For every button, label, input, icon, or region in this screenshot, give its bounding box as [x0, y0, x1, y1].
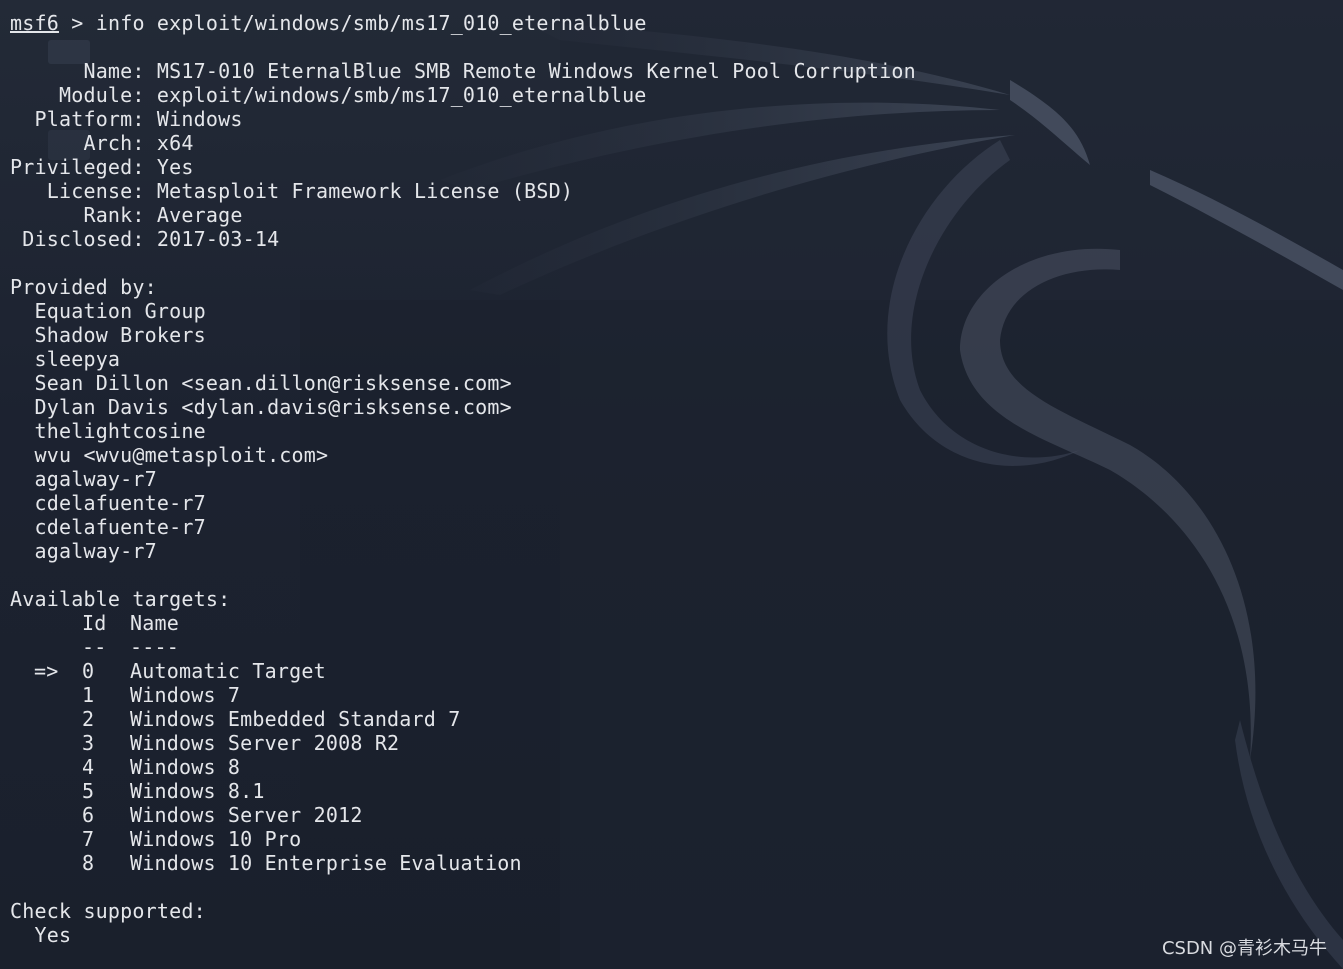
- prompt-symbol: >: [71, 11, 84, 35]
- info-row: Rank: Average: [83, 203, 243, 227]
- target-name: Windows Embedded Standard 7: [130, 707, 461, 731]
- author-name: wvu <wvu@metasploit.com>: [34, 443, 329, 467]
- info-row: Disclosed: 2017-03-14: [22, 227, 280, 251]
- target-name: Windows 10 Pro: [130, 827, 302, 851]
- info-label: Disclosed: [22, 227, 133, 251]
- check-value-line: Yes: [10, 923, 916, 947]
- author-item: wvu <wvu@metasploit.com>: [10, 443, 916, 467]
- info-label: Rank: [83, 203, 133, 227]
- target-row: 1 Windows 7: [10, 683, 916, 707]
- target-id: 4: [82, 755, 95, 779]
- target-row: 6 Windows Server 2012: [10, 803, 916, 827]
- target-row: 5 Windows 8.1: [10, 779, 916, 803]
- author-item: cdelafuente-r7: [10, 491, 916, 515]
- info-value: Windows: [156, 107, 243, 131]
- targets-heading: Available targets:: [10, 587, 231, 611]
- target-name: Windows 8: [130, 755, 241, 779]
- author-item: thelightcosine: [10, 419, 916, 443]
- target-id: 7: [82, 827, 95, 851]
- author-name: cdelafuente-r7: [34, 491, 206, 515]
- author-name: agalway-r7: [34, 539, 157, 563]
- info-label: License: [46, 179, 133, 203]
- target-name: Automatic Target: [130, 659, 326, 683]
- author-item: Dylan Davis <dylan.davis@risksense.com>: [10, 395, 916, 419]
- author-item: Shadow Brokers: [10, 323, 916, 347]
- author-name: agalway-r7: [34, 467, 157, 491]
- targets-separator: -- ----: [10, 635, 916, 659]
- target-name: Windows Server 2012: [130, 803, 363, 827]
- author-name: Shadow Brokers: [34, 323, 206, 347]
- author-name: Sean Dillon <sean.dillon@risksense.com>: [34, 371, 512, 395]
- info-row: Arch: x64: [83, 131, 194, 155]
- info-row: Name: MS17-010 EternalBlue SMB Remote Wi…: [83, 59, 916, 83]
- command-line: msf6 > info exploit/windows/smb/ms17_010…: [10, 11, 916, 35]
- target-id: 6: [82, 803, 95, 827]
- author-item: Sean Dillon <sean.dillon@risksense.com>: [10, 371, 916, 395]
- info-label: Module: [58, 83, 133, 107]
- targets-column-header: Id Name: [10, 611, 916, 635]
- target-row: => 0 Automatic Target: [10, 659, 916, 683]
- target-row: 4 Windows 8: [10, 755, 916, 779]
- check-value: Yes: [34, 923, 72, 947]
- info-value: Yes: [156, 155, 194, 179]
- selected-target-marker: =>: [34, 659, 59, 683]
- info-row: Module: exploit/windows/smb/ms17_010_ete…: [58, 83, 647, 107]
- author-item: Equation Group: [10, 299, 916, 323]
- author-name: Equation Group: [34, 299, 206, 323]
- author-name: Dylan Davis <dylan.davis@risksense.com>: [34, 395, 512, 419]
- provided-by-heading: Provided by:: [10, 275, 157, 299]
- info-label: Name: [83, 59, 133, 83]
- column-id-header: Id: [82, 611, 107, 635]
- info-label: Platform: [34, 107, 133, 131]
- info-label: Privileged: [10, 155, 133, 179]
- info-value: exploit/windows/smb/ms17_010_eternalblue: [156, 83, 647, 107]
- author-item: cdelafuente-r7: [10, 515, 916, 539]
- author-name: thelightcosine: [34, 419, 206, 443]
- info-value: Average: [156, 203, 243, 227]
- terminal-window[interactable]: msf6 > info exploit/windows/smb/ms17_010…: [0, 0, 1343, 969]
- column-id-separator: --: [82, 635, 107, 659]
- target-name: Windows 8.1: [130, 779, 265, 803]
- target-name: Windows 10 Enterprise Evaluation: [130, 851, 522, 875]
- target-row: 7 Windows 10 Pro: [10, 827, 916, 851]
- info-label: Arch: [83, 131, 133, 155]
- info-value: MS17-010 EternalBlue SMB Remote Windows …: [156, 59, 916, 83]
- check-heading: Check supported:: [10, 899, 206, 923]
- authors-list: Equation Group Shadow Brokers sleepya Se…: [10, 299, 916, 563]
- info-value: x64: [156, 131, 194, 155]
- target-id: 8: [82, 851, 95, 875]
- command-text: info exploit/windows/smb/ms17_010_eterna…: [95, 11, 647, 35]
- info-value: Metasploit Framework License (BSD): [156, 179, 574, 203]
- target-row: 2 Windows Embedded Standard 7: [10, 707, 916, 731]
- target-row: 8 Windows 10 Enterprise Evaluation: [10, 851, 916, 875]
- info-value: 2017-03-14: [156, 227, 280, 251]
- watermark: CSDN @青衫木马牛: [1161, 938, 1327, 959]
- targets-table: => 0 Automatic Target 1 Windows 7 2 Windows Em…: [10, 659, 916, 875]
- target-id: 1: [82, 683, 95, 707]
- target-id: 5: [82, 779, 95, 803]
- author-item: agalway-r7: [10, 539, 916, 563]
- target-id: 2: [82, 707, 95, 731]
- target-id: 0: [82, 659, 95, 683]
- target-row: 3 Windows Server 2008 R2: [10, 731, 916, 755]
- author-name: cdelafuente-r7: [34, 515, 206, 539]
- author-item: sleepya: [10, 347, 916, 371]
- column-name-separator: ----: [130, 635, 179, 659]
- module-info: Name: MS17-010 EternalBlue SMB Remote Wi…: [10, 59, 916, 251]
- info-row: Privileged: Yes: [10, 155, 194, 179]
- terminal-output: msf6 > info exploit/windows/smb/ms17_010…: [10, 11, 916, 947]
- target-name: Windows 7: [130, 683, 241, 707]
- author-name: sleepya: [34, 347, 121, 371]
- author-item: agalway-r7: [10, 467, 916, 491]
- prompt-name: msf6: [10, 11, 59, 35]
- target-id: 3: [82, 731, 95, 755]
- info-row: License: Metasploit Framework License (B…: [46, 179, 574, 203]
- info-row: Platform: Windows: [34, 107, 243, 131]
- column-name-header: Name: [130, 611, 179, 635]
- target-name: Windows Server 2008 R2: [130, 731, 400, 755]
